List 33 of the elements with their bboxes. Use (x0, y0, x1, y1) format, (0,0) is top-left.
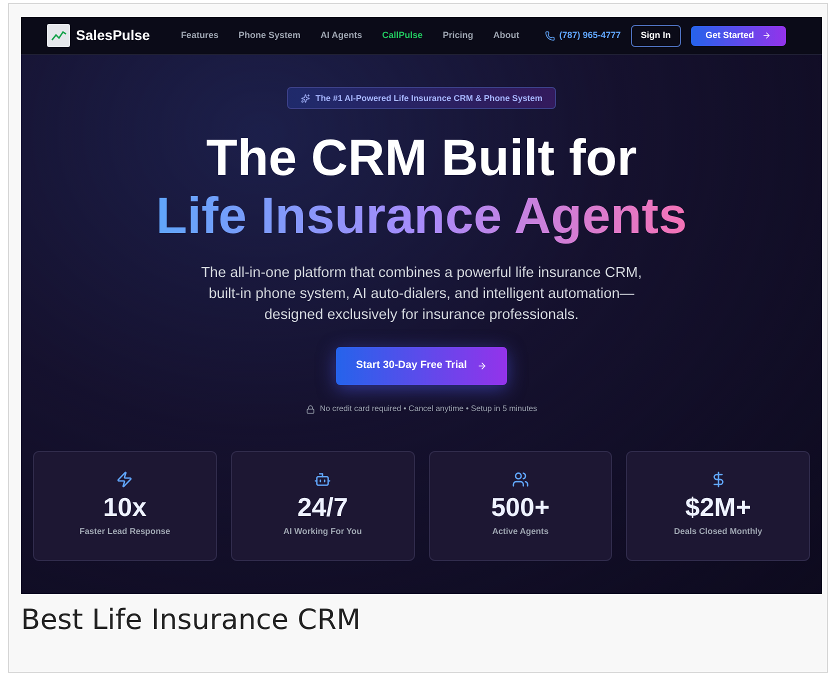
nav-link[interactable]: CallPulse (382, 28, 423, 42)
stat-label: Active Agents (492, 525, 549, 538)
phone-link[interactable]: (787) 965-4777 (545, 28, 621, 42)
phone-icon (545, 30, 556, 40)
stat-value: 10x (103, 491, 147, 523)
nav-link[interactable]: About (493, 28, 520, 42)
nav-link[interactable]: AI Agents (320, 28, 362, 42)
users-icon (512, 471, 529, 488)
image-caption: Best Life Insurance CRM (21, 602, 362, 638)
trial-note: No credit card required • Cancel anytime • Setup in 5 minutes (320, 403, 538, 415)
lightning-icon (116, 471, 134, 488)
arrow-right-icon (476, 361, 487, 371)
stat-value: $2M+ (685, 491, 751, 523)
nav-link[interactable]: Phone System (238, 28, 300, 42)
stat-value: 500+ (491, 491, 550, 523)
nav-link[interactable]: Pricing (442, 28, 474, 42)
nav-link[interactable]: Features (180, 28, 218, 42)
stat-label: Deals Closed Monthly (674, 525, 762, 538)
sparkle-icon (300, 94, 310, 102)
stat-label: Faster Lead Response (80, 525, 170, 538)
sign-in-button[interactable]: Sign In (630, 24, 681, 46)
logo-icon (47, 24, 70, 47)
free-trial-button[interactable]: Start 30-Day Free Trial (336, 347, 507, 385)
lock-icon (306, 404, 315, 414)
robot-icon (314, 471, 332, 488)
stat-value: 24/7 (297, 491, 348, 523)
get-started-button[interactable]: Get Started (690, 26, 786, 46)
brand-name: SalesPulse (76, 26, 150, 45)
stat-label: AI Working For You (283, 525, 362, 538)
arrow-right-icon (762, 31, 772, 40)
hero-description: The all-in-one platform that combines a powerful life insurance CRM, built-in phone system, AI auto-dialers, and intelligent automation—designed exclusively for insurance professionals. (200, 264, 643, 325)
hero-title: The CRM Built for (206, 129, 637, 187)
hero-badge: The #1 AI-Powered Life Insurance CRM & Phone System (286, 87, 556, 109)
